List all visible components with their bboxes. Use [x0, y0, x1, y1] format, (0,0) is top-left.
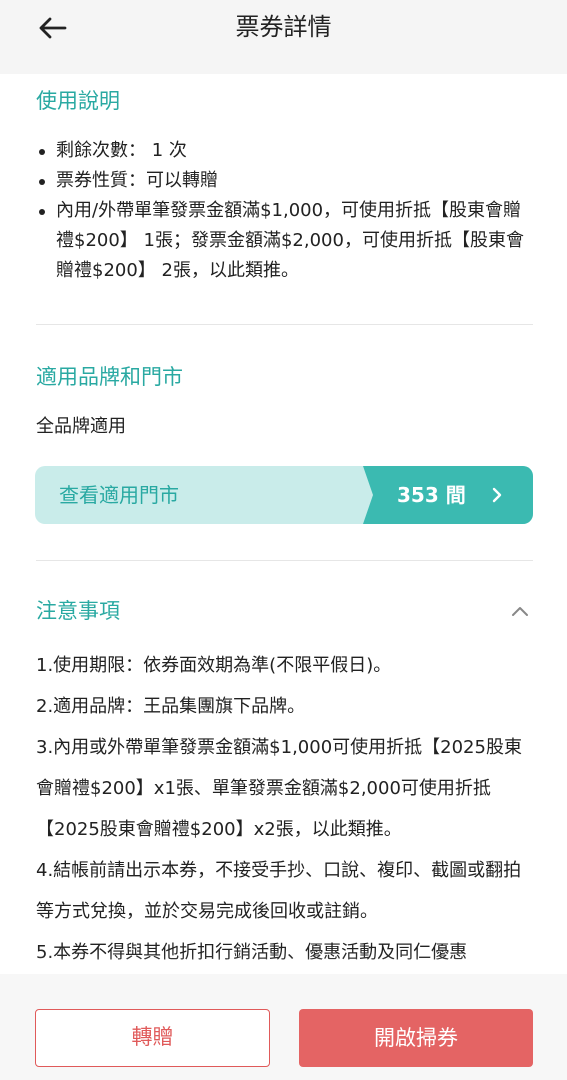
notes-section-title: 注意事項 — [36, 599, 120, 623]
chevron-up-icon[interactable] — [510, 604, 530, 618]
open-scan-button[interactable]: 開啟掃券 — [299, 1009, 533, 1067]
gift-button[interactable]: 轉贈 — [35, 1009, 270, 1067]
usage-list: 剩餘次數： 1 次 票券性質：可以轉贈 內用/外帶單筆發票金額滿$1,000，可… — [36, 136, 536, 286]
section-divider — [36, 324, 533, 325]
page-title: 票券詳情 — [235, 13, 332, 41]
store-count-badge: 353 間 — [363, 466, 533, 524]
bottom-action-bar: 轉贈 開啟掃券 — [0, 974, 567, 1080]
usage-item-rule: 內用/外帶單筆發票金額滿$1,000，可使用折抵【股東會贈禮$200】 1張；發… — [36, 196, 536, 286]
note-item: 5.本券不得與其他折扣行銷活動、優惠活動及同仁優惠 — [36, 942, 468, 963]
usage-item-remaining: 剩餘次數： 1 次 — [36, 136, 536, 166]
note-item: 2.適用品牌：王品集團旗下品牌。 — [36, 696, 306, 717]
usage-section-title: 使用說明 — [36, 89, 120, 113]
section-divider — [36, 560, 533, 561]
ticket-detail-page: 票券詳情 使用說明 剩餘次數： 1 次 票券性質：可以轉贈 內用/外帶單筆發票金… — [0, 0, 567, 1080]
usage-item-type: 票券性質：可以轉贈 — [36, 166, 536, 196]
note-item: 4.結帳前請出示本券，不接受手抄、口說、複印、截圖或翻拍等方式兌換，並於交易完成… — [36, 860, 522, 922]
chevron-right-icon — [492, 487, 502, 503]
brands-description: 全品牌適用 — [36, 416, 126, 437]
note-item: 1.使用期限：依券面效期為準(不限平假日)。 — [36, 655, 392, 676]
note-item: 3.內用或外帶單筆發票金額滿$1,000可使用折抵【2025股東會贈禮$200】… — [36, 737, 522, 840]
app-header: 票券詳情 — [0, 0, 567, 74]
brands-section-title: 適用品牌和門市 — [36, 365, 183, 389]
view-stores-label: 查看適用門市 — [59, 483, 179, 507]
store-count: 353 間 — [397, 483, 466, 507]
view-stores-button[interactable]: 查看適用門市 353 間 — [35, 466, 533, 524]
notes-list: 1.使用期限：依券面效期為準(不限平假日)。 2.適用品牌：王品集團旗下品牌。 … — [36, 645, 536, 973]
